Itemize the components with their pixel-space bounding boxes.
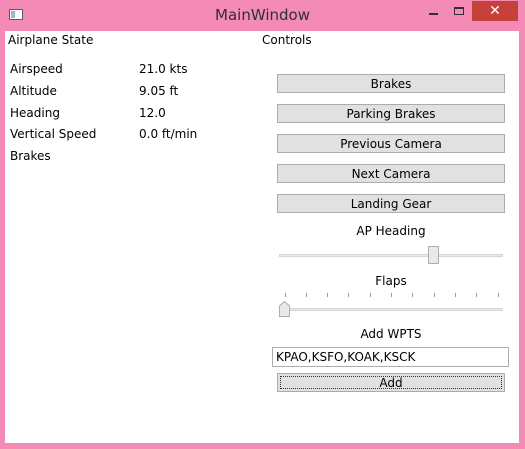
- previous-camera-button[interactable]: Previous Camera: [277, 134, 505, 153]
- flaps-tick: [433, 293, 435, 297]
- vertical-speed-label: Vertical Speed: [10, 127, 97, 141]
- flaps-tick: [497, 293, 499, 297]
- title-bar[interactable]: MainWindow ✕: [0, 0, 525, 31]
- flaps-slider-track[interactable]: [279, 308, 503, 311]
- client-area: Airplane State Airspeed 21.0 kts Altitud…: [5, 31, 519, 443]
- vertical-speed-value: 0.0 ft/min: [139, 127, 198, 141]
- ap-heading-slider-track[interactable]: [279, 254, 503, 257]
- flaps-tick: [305, 293, 307, 297]
- add-waypoints-button[interactable]: Add: [277, 373, 505, 392]
- flaps-tick: [284, 293, 286, 297]
- heading-label: Heading: [10, 106, 60, 120]
- ap-heading-slider-thumb[interactable]: [428, 246, 440, 264]
- close-button[interactable]: ✕: [472, 1, 518, 21]
- flaps-tick: [327, 293, 329, 297]
- main-window: MainWindow ✕ Airplane State Airspeed 21.…: [0, 0, 525, 449]
- brakes-button[interactable]: Brakes: [277, 74, 505, 93]
- brakes-label: Brakes: [10, 149, 51, 163]
- altitude-label: Altitude: [10, 84, 57, 98]
- flaps-tick: [369, 293, 371, 297]
- landing-gear-button[interactable]: Landing Gear: [277, 194, 505, 213]
- ap-heading-label: AP Heading: [356, 224, 426, 238]
- maximize-button[interactable]: [446, 1, 472, 21]
- flaps-label: Flaps: [375, 274, 407, 288]
- next-camera-button[interactable]: Next Camera: [277, 164, 505, 183]
- airspeed-value: 21.0 kts: [139, 62, 188, 76]
- airplane-state-heading: Airplane State: [8, 33, 94, 47]
- flaps-slider-thumb[interactable]: [279, 301, 290, 317]
- flaps-tick: [391, 293, 392, 297]
- airspeed-label: Airspeed: [10, 62, 63, 76]
- flaps-tick: [348, 293, 350, 297]
- altitude-value: 9.05 ft: [139, 84, 179, 98]
- heading-value: 12.0: [139, 106, 166, 120]
- waypoints-input[interactable]: KPAO,KSFO,KOAK,KSCK: [272, 347, 509, 367]
- flaps-tick: [476, 293, 478, 297]
- parking-brakes-button[interactable]: Parking Brakes: [277, 104, 505, 123]
- flaps-tick: [412, 293, 414, 297]
- add-wpts-label: Add WPTS: [360, 327, 422, 341]
- flaps-tick: [454, 293, 456, 297]
- controls-heading: Controls: [262, 33, 312, 47]
- minimize-button[interactable]: [420, 1, 446, 21]
